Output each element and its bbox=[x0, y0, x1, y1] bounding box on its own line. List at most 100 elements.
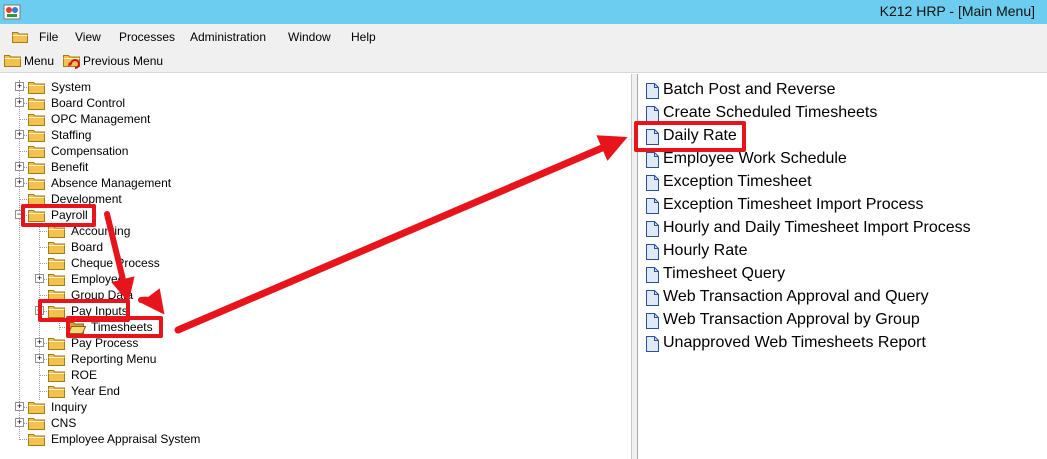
menu-list-item-label: Employee Work Schedule bbox=[663, 150, 847, 167]
menu-list-item[interactable]: Exception Timesheet Import Process bbox=[646, 195, 1041, 215]
tree-item-label: OPC Management bbox=[51, 112, 151, 126]
tree-item-label: CNS bbox=[51, 416, 77, 430]
document-icon bbox=[646, 175, 659, 191]
tree-item[interactable]: + Inquiry bbox=[15, 399, 435, 415]
expand-icon[interactable]: + bbox=[35, 338, 44, 347]
expand-icon[interactable]: + bbox=[15, 98, 24, 107]
folder-icon bbox=[48, 370, 65, 382]
folder-icon bbox=[28, 434, 45, 446]
folder-icon bbox=[48, 335, 66, 351]
expand-icon[interactable]: + bbox=[15, 402, 24, 411]
tree-item-label: Cheque Process bbox=[71, 256, 160, 270]
expand-icon[interactable]: + bbox=[15, 162, 24, 171]
menu-window[interactable]: Window bbox=[288, 30, 331, 44]
menu-list-item-label: Hourly Rate bbox=[663, 242, 748, 259]
document-icon bbox=[646, 267, 659, 283]
menu-tree-pane[interactable]: + System + Board Control OPC Management + Staf… bbox=[0, 74, 632, 459]
document-icon bbox=[646, 83, 659, 99]
menu-list-item[interactable]: Employee Work Schedule bbox=[646, 149, 1041, 169]
menu-administration[interactable]: Administration bbox=[190, 30, 266, 44]
folder-icon bbox=[48, 383, 66, 399]
tree-item[interactable]: + Absence Management bbox=[15, 175, 435, 191]
menu-list-item[interactable]: Unapproved Web Timesheets Report bbox=[646, 333, 1041, 353]
folder-icon bbox=[28, 95, 46, 111]
tree-item[interactable]: Accounting bbox=[35, 223, 455, 239]
folder-back-icon bbox=[63, 55, 80, 69]
menu-help[interactable]: Help bbox=[351, 30, 376, 44]
menu-file[interactable]: File bbox=[39, 30, 58, 44]
menu-list-item[interactable]: Create Scheduled Timesheets bbox=[646, 103, 1041, 123]
tree-item-label: Board bbox=[71, 240, 104, 254]
app-logo-icon[interactable] bbox=[3, 3, 21, 21]
expand-icon[interactable]: + bbox=[15, 178, 24, 187]
document-icon bbox=[646, 198, 659, 214]
folder-icon bbox=[28, 431, 46, 447]
tree-item[interactable]: Year End bbox=[35, 383, 455, 399]
tree-item[interactable]: + Board Control bbox=[15, 95, 435, 111]
menu-view[interactable]: View bbox=[75, 30, 101, 44]
menu-list-item-label: Web Transaction Approval by Group bbox=[663, 311, 920, 328]
previous-menu-button[interactable]: Previous Menu bbox=[63, 53, 167, 69]
folder-icon bbox=[48, 367, 66, 383]
folder-icon bbox=[48, 258, 65, 270]
folder-icon bbox=[48, 242, 65, 254]
folder-icon bbox=[28, 399, 46, 415]
document-icon bbox=[646, 313, 659, 329]
expand-icon[interactable]: + bbox=[35, 274, 44, 283]
folder-icon bbox=[28, 98, 45, 110]
tree-item-label: Staffing bbox=[51, 128, 92, 142]
tree-item[interactable]: + Employee bbox=[35, 271, 455, 287]
payroll-highlight-box bbox=[21, 204, 96, 227]
tree-item[interactable]: + System bbox=[15, 79, 435, 95]
menu-list-item[interactable]: Hourly Rate bbox=[646, 241, 1041, 261]
document-icon bbox=[646, 221, 659, 237]
folder-icon bbox=[28, 146, 45, 158]
document-icon bbox=[646, 244, 659, 260]
expand-icon[interactable]: + bbox=[15, 130, 24, 139]
folder-icon bbox=[28, 114, 45, 126]
tree-item[interactable]: + Reporting Menu bbox=[35, 351, 455, 367]
tree-item[interactable]: + CNS bbox=[15, 415, 435, 431]
expand-icon[interactable]: + bbox=[35, 354, 44, 363]
document-icon bbox=[646, 152, 659, 168]
expand-icon[interactable]: + bbox=[15, 418, 24, 427]
menu-list-item[interactable]: Web Transaction Approval by Group bbox=[646, 310, 1041, 330]
folder-icon bbox=[28, 130, 45, 142]
tree-item[interactable]: OPC Management bbox=[15, 111, 435, 127]
menu-list-item[interactable]: Timesheet Query bbox=[646, 264, 1041, 284]
tree-item[interactable]: Board bbox=[35, 239, 455, 255]
folder-icon bbox=[48, 271, 66, 287]
menu-list-item[interactable]: Batch Post and Reverse bbox=[646, 80, 1041, 100]
timesheets-highlight-box bbox=[66, 316, 163, 338]
folder-icon bbox=[48, 354, 65, 366]
folder-icon bbox=[12, 32, 28, 43]
folder-icon bbox=[28, 418, 45, 430]
tree-item-label: Employee bbox=[71, 272, 125, 286]
previous-menu-label: Previous Menu bbox=[83, 54, 164, 68]
menu-button[interactable]: Menu bbox=[4, 53, 60, 69]
tree-item-label: Board Control bbox=[51, 96, 126, 110]
menu-list-item[interactable]: Web Transaction Approval and Query bbox=[646, 287, 1041, 307]
tree-item[interactable]: Compensation bbox=[15, 143, 435, 159]
tree-item[interactable]: + Benefit bbox=[15, 159, 435, 175]
tree-item[interactable]: Cheque Process bbox=[35, 255, 455, 271]
folder-icon bbox=[28, 111, 46, 127]
folder-icon bbox=[28, 175, 46, 191]
document-icon bbox=[646, 290, 659, 306]
menu-list-item[interactable]: Exception Timesheet bbox=[646, 172, 1041, 192]
folder-icon bbox=[28, 79, 46, 95]
title-bar: K212 HRP - [Main Menu] bbox=[0, 0, 1047, 24]
tree-item[interactable]: + Staffing bbox=[15, 127, 435, 143]
tree-item[interactable]: Employee Appraisal System bbox=[15, 431, 435, 447]
expand-icon[interactable]: + bbox=[15, 82, 24, 91]
menu-list-item[interactable]: Hourly and Daily Timesheet Import Proces… bbox=[646, 218, 1041, 238]
menu-processes[interactable]: Processes bbox=[119, 30, 175, 44]
tree-item-label: Inquiry bbox=[51, 400, 88, 414]
menu-list-item-label: Exception Timesheet bbox=[663, 173, 812, 190]
folder-icon bbox=[48, 274, 65, 286]
folder-icon bbox=[28, 415, 46, 431]
tree-item-label: Year End bbox=[71, 384, 120, 398]
tree-item-label: Benefit bbox=[51, 160, 89, 174]
folder-icon bbox=[28, 82, 45, 94]
tree-item[interactable]: ROE bbox=[35, 367, 455, 383]
